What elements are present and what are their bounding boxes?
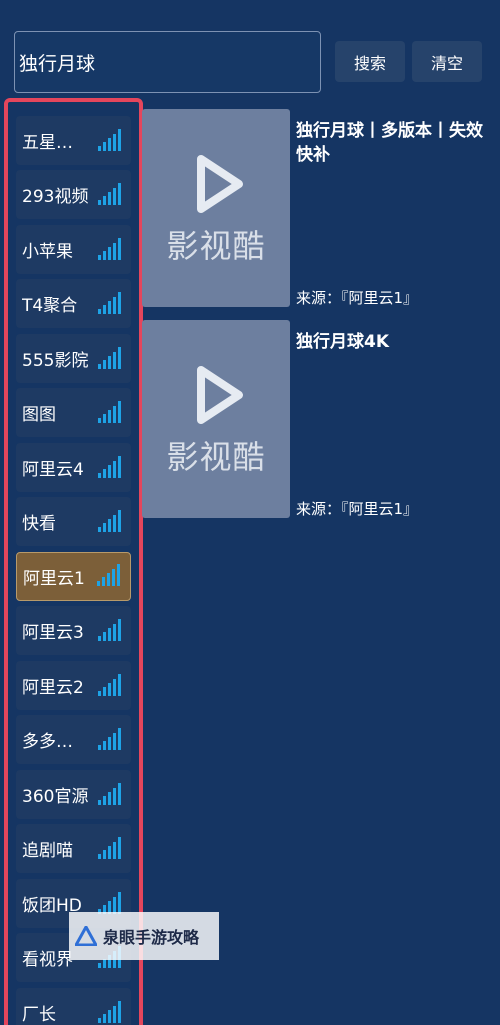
source-item[interactable]: 快看 xyxy=(16,497,131,546)
source-item[interactable]: 多多… xyxy=(16,715,131,764)
source-item[interactable]: 图图 xyxy=(16,388,131,437)
source-item[interactable]: 阿里云4 xyxy=(16,443,131,492)
signal-icon xyxy=(98,726,124,750)
source-label: 360官源 xyxy=(22,787,89,807)
signal-icon xyxy=(98,399,124,423)
clear-button[interactable]: 清空 xyxy=(412,41,482,82)
signal-icon xyxy=(98,181,124,205)
source-label: 图图 xyxy=(22,405,56,425)
signal-icon xyxy=(98,127,124,151)
source-label: 追剧喵 xyxy=(22,841,73,861)
signal-icon xyxy=(97,562,123,586)
result-source: 来源：『阿里云1』 xyxy=(296,289,419,307)
signal-icon xyxy=(98,290,124,314)
source-label: 阿里云3 xyxy=(22,623,84,643)
poster-image: 影视酷 xyxy=(142,109,290,307)
signal-icon xyxy=(98,508,124,532)
triangle-logo-icon xyxy=(75,926,97,946)
signal-icon xyxy=(98,672,124,696)
source-item[interactable]: 追剧喵 xyxy=(16,824,131,873)
source-item[interactable]: 阿里云2 xyxy=(16,661,131,710)
source-label: 555影院 xyxy=(22,351,89,371)
source-label: 阿里云1 xyxy=(23,569,85,589)
signal-icon xyxy=(98,890,124,914)
source-item[interactable]: 阿里云3 xyxy=(16,606,131,655)
search-button[interactable]: 搜索 xyxy=(335,41,405,82)
signal-icon xyxy=(98,617,124,641)
signal-icon xyxy=(98,781,124,805)
source-label: 厂长 xyxy=(22,1005,56,1025)
search-result[interactable]: 影视酷 独行月球丨多版本丨失效快补 来源：『阿里云1』 xyxy=(142,109,492,309)
source-item[interactable]: 厂长 xyxy=(16,988,131,1025)
source-item[interactable]: 293视频 xyxy=(16,170,131,219)
source-item[interactable]: T4聚合 xyxy=(16,279,131,328)
watermark-text: 泉眼手游攻略 xyxy=(103,928,200,947)
poster-text: 影视酷 xyxy=(166,227,266,265)
play-logo-icon xyxy=(197,155,243,213)
source-item[interactable]: 360官源 xyxy=(16,770,131,819)
source-list: 五星… 293视频 小苹果 T4聚合 555影院 图图 阿里云4 快看 阿里云1… xyxy=(4,98,143,1025)
source-label: 小苹果 xyxy=(22,242,73,262)
signal-icon xyxy=(98,835,124,859)
source-item[interactable]: 小苹果 xyxy=(16,225,131,274)
source-label: T4聚合 xyxy=(22,296,78,316)
result-title: 独行月球4K xyxy=(296,332,390,352)
play-logo-icon xyxy=(197,366,243,424)
source-label: 阿里云2 xyxy=(22,678,84,698)
search-input[interactable] xyxy=(14,31,321,93)
signal-icon xyxy=(98,236,124,260)
source-item[interactable]: 555影院 xyxy=(16,334,131,383)
source-label: 阿里云4 xyxy=(22,460,84,480)
source-label: 多多… xyxy=(22,732,73,752)
result-title: 独行月球丨多版本丨失效快补 xyxy=(296,121,483,165)
signal-icon xyxy=(98,454,124,478)
poster-image: 影视酷 xyxy=(142,320,290,518)
source-label: 快看 xyxy=(22,514,56,534)
source-item-active[interactable]: 阿里云1 xyxy=(16,552,131,601)
result-source: 来源：『阿里云1』 xyxy=(296,500,419,518)
watermark: 泉眼手游攻略 xyxy=(69,912,219,960)
signal-icon xyxy=(98,345,124,369)
source-item[interactable]: 五星… xyxy=(16,116,131,165)
search-result[interactable]: 影视酷 独行月球4K 来源：『阿里云1』 xyxy=(142,320,492,520)
source-label: 五星… xyxy=(22,133,73,153)
source-label: 293视频 xyxy=(22,187,89,207)
poster-text: 影视酷 xyxy=(166,438,266,476)
signal-icon xyxy=(98,999,124,1023)
